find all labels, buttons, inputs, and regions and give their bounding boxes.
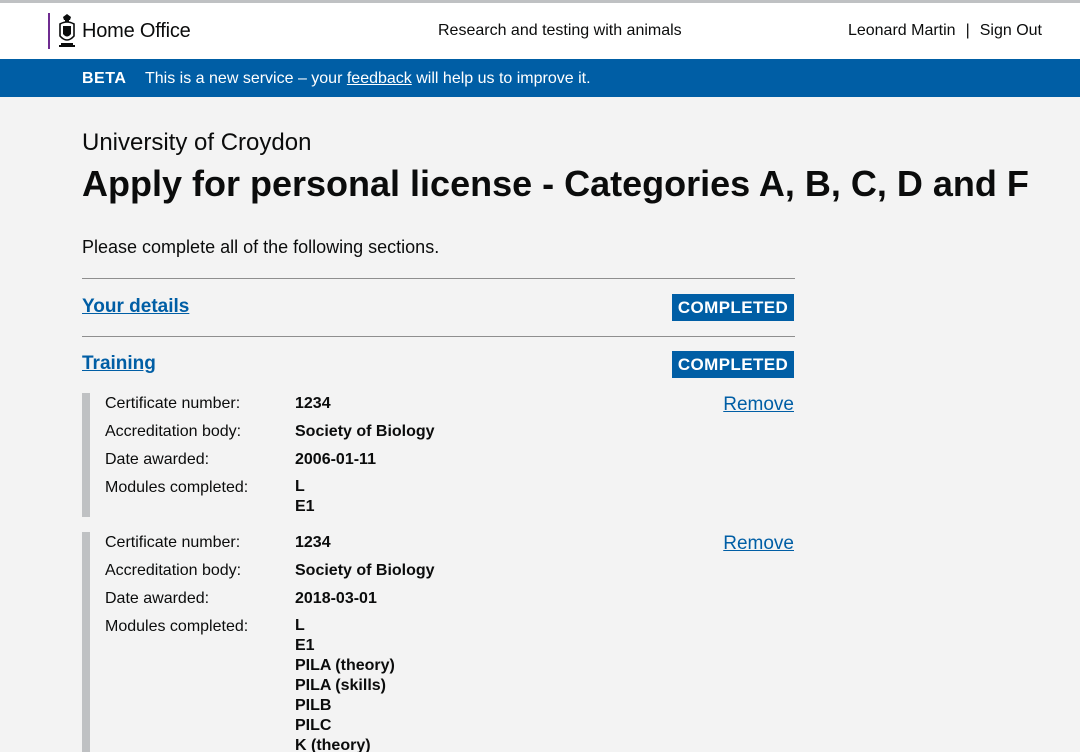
section-divider bbox=[82, 336, 795, 337]
certificate-number-label: Certificate number: bbox=[105, 395, 241, 412]
user-name[interactable]: Leonard Martin bbox=[848, 22, 956, 40]
module-item: L bbox=[295, 478, 305, 495]
certificate-item: Certificate number: 1234 Accreditation b… bbox=[82, 532, 795, 752]
remove-certificate-link[interactable]: Remove bbox=[723, 394, 794, 416]
remove-certificate-link[interactable]: Remove bbox=[723, 533, 794, 555]
accreditation-body-value: Society of Biology bbox=[295, 423, 435, 440]
accreditation-body-value: Society of Biology bbox=[295, 562, 435, 579]
beta-message-before: This is a new service – your bbox=[145, 70, 343, 87]
service-name[interactable]: Research and testing with animals bbox=[438, 22, 682, 40]
certificate-number-value: 1234 bbox=[295, 534, 331, 551]
certificate-number-value: 1234 bbox=[295, 395, 331, 412]
intro-text: Please complete all of the following sec… bbox=[82, 237, 440, 257]
module-item: PILA (theory) bbox=[295, 657, 395, 674]
status-badge: COMPLETED bbox=[672, 351, 794, 378]
user-nav-separator: | bbox=[965, 22, 970, 39]
home-office-wordmark: Home Office bbox=[82, 19, 191, 42]
accreditation-body-label: Accreditation body: bbox=[105, 562, 242, 579]
date-awarded-label: Date awarded: bbox=[105, 451, 210, 468]
module-item: E1 bbox=[295, 498, 315, 515]
feedback-link[interactable]: feedback bbox=[347, 70, 412, 87]
module-item: PILC bbox=[295, 717, 332, 734]
date-awarded-label: Date awarded: bbox=[105, 590, 210, 607]
sign-out-link[interactable]: Sign Out bbox=[980, 22, 1042, 40]
certificate-number-label: Certificate number: bbox=[105, 534, 241, 551]
module-item: PILB bbox=[295, 697, 332, 714]
accreditation-body-label: Accreditation body: bbox=[105, 423, 242, 440]
certificate-item: Certificate number: 1234 Accreditation b… bbox=[82, 393, 795, 517]
beta-message: This is a new service – your feedback wi… bbox=[145, 70, 591, 88]
date-awarded-value: 2006-01-11 bbox=[295, 451, 376, 468]
modules-list: L E1 PILA (theory) PILA (skills) PILB PI… bbox=[295, 616, 395, 752]
module-item: L bbox=[295, 617, 305, 634]
module-item: K (theory) bbox=[295, 737, 371, 752]
your-details-link[interactable]: Your details bbox=[82, 296, 189, 318]
date-awarded-value: 2018-03-01 bbox=[295, 590, 377, 607]
modules-completed-label: Modules completed: bbox=[105, 618, 249, 635]
establishment-caption: University of Croydon bbox=[82, 129, 312, 156]
user-nav: Leonard Martin | Sign Out bbox=[848, 22, 1042, 40]
home-office-logo[interactable]: Home Office bbox=[48, 13, 191, 49]
module-item: PILA (skills) bbox=[295, 677, 386, 694]
modules-completed-label: Modules completed: bbox=[105, 479, 249, 496]
page-title: Apply for personal license - Categories … bbox=[82, 163, 1029, 204]
modules-list: L E1 bbox=[295, 477, 315, 517]
beta-banner: BETA This is a new service – your feedba… bbox=[0, 59, 1080, 97]
beta-message-after: will help us to improve it. bbox=[416, 70, 591, 87]
royal-crest-icon bbox=[59, 14, 75, 47]
status-badge: COMPLETED bbox=[672, 294, 794, 321]
beta-tag: BETA bbox=[82, 70, 127, 87]
training-link[interactable]: Training bbox=[82, 353, 156, 375]
section-divider bbox=[82, 278, 795, 279]
module-item: E1 bbox=[295, 637, 315, 654]
site-header: Home Office Research and testing with an… bbox=[0, 3, 1080, 59]
